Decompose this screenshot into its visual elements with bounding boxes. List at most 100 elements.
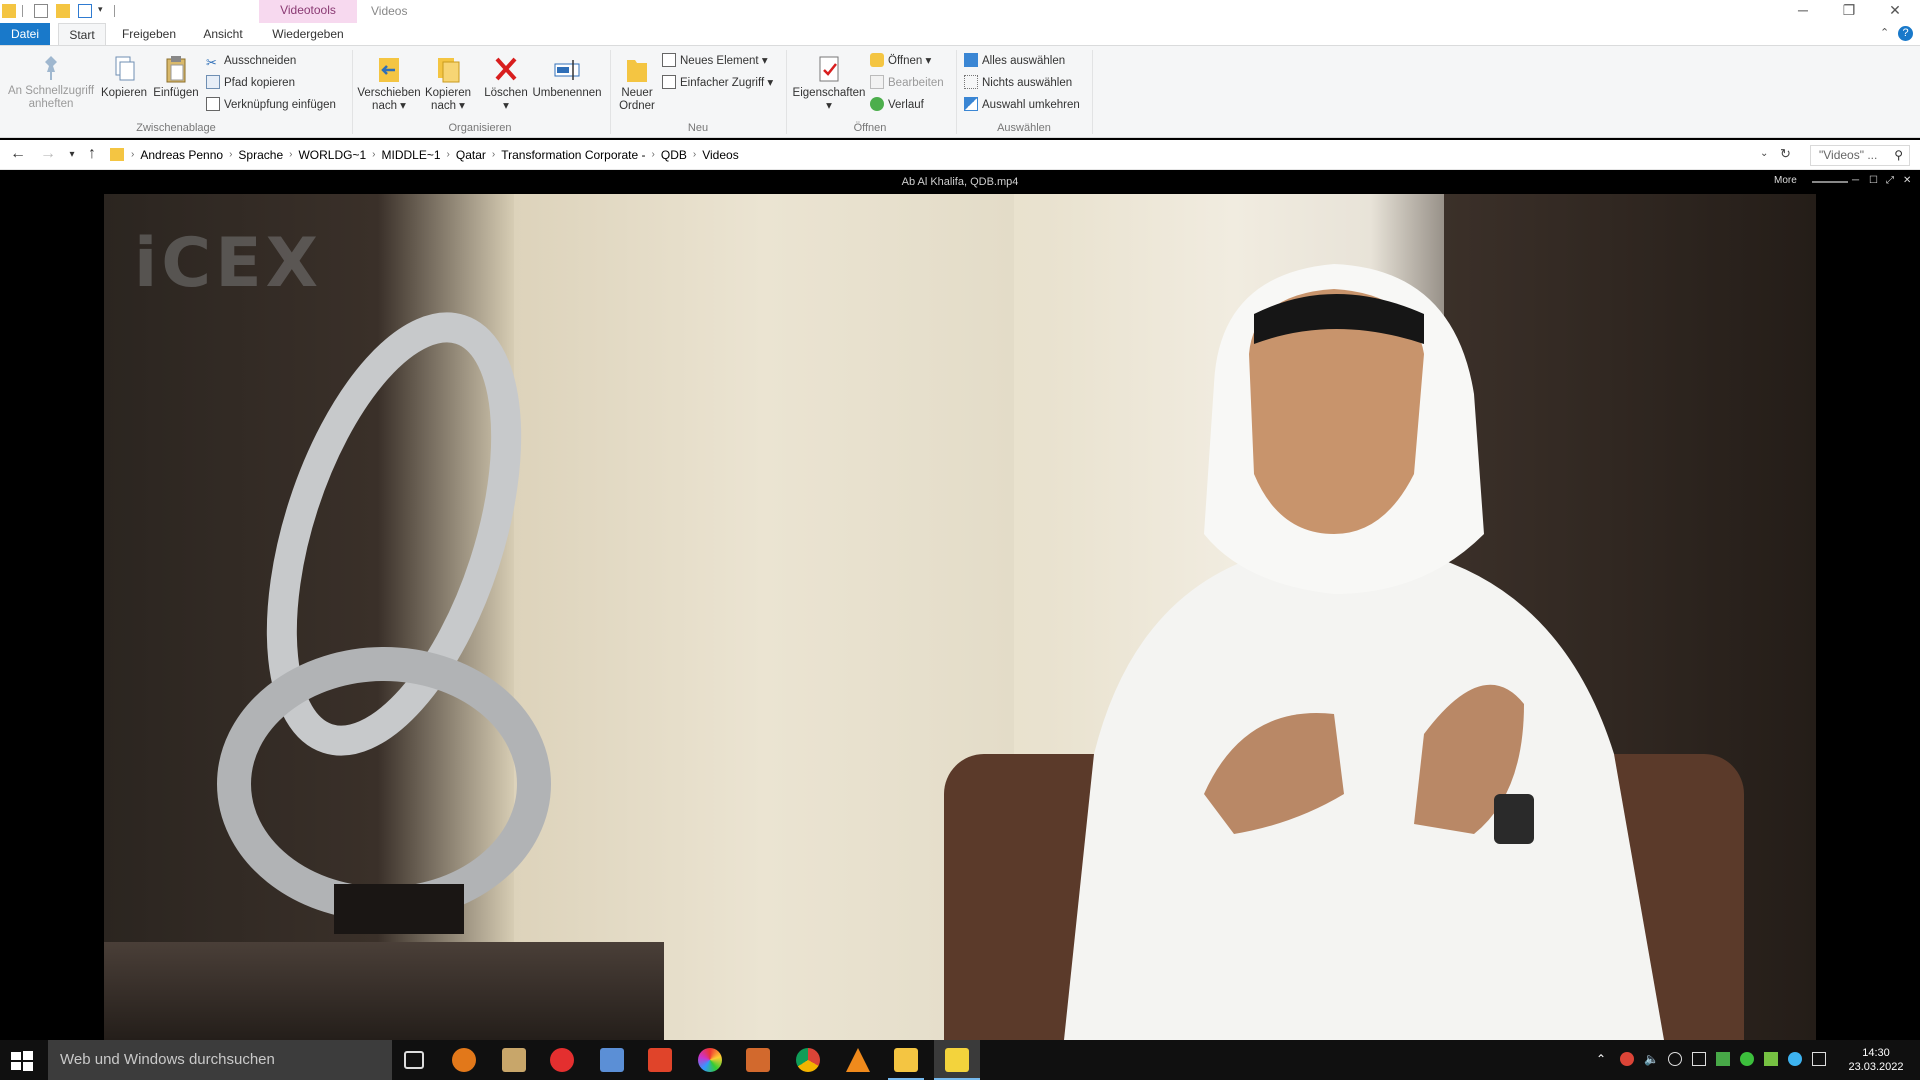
history-icon xyxy=(870,97,884,111)
player-minimize-button[interactable]: ─ xyxy=(1852,175,1859,186)
tab-start[interactable]: Start xyxy=(58,23,106,45)
group-separator xyxy=(1092,50,1093,134)
system-clock[interactable]: 14:30 23.03.2022 xyxy=(1838,1046,1914,1074)
close-button[interactable]: ✕ xyxy=(1872,0,1918,23)
tab-ansicht[interactable]: Ansicht xyxy=(192,23,254,45)
more-button[interactable]: More xyxy=(1774,175,1797,186)
tray-icon-c[interactable] xyxy=(1740,1052,1754,1066)
properties-button[interactable]: Eigenschaften ▾ xyxy=(790,54,868,113)
network-icon[interactable] xyxy=(1692,1052,1706,1066)
new-folder-quick-icon[interactable] xyxy=(56,4,70,18)
rename-button[interactable]: Umbenennen xyxy=(530,54,604,100)
breadcrumb-item[interactable]: Videos xyxy=(702,145,738,165)
breadcrumb-item[interactable]: Andreas Penno xyxy=(140,145,223,165)
watermark-logo: iCEX xyxy=(134,224,323,303)
tab-wiedergeben[interactable]: Wiedergeben xyxy=(262,23,354,45)
media-player-icon xyxy=(945,1048,969,1072)
address-dropdown-icon[interactable]: ⌄ xyxy=(1760,148,1768,159)
volume-icon[interactable]: 🔈 xyxy=(1644,1052,1659,1066)
pin-quick-access-button[interactable]: An Schnellzugriff anheften xyxy=(6,54,96,111)
customize-quick-access-icon[interactable]: ▾ xyxy=(98,4,103,15)
breadcrumb[interactable]: › Andreas Penno › Sprache › WORLDG~1 › M… xyxy=(130,144,1780,166)
copy-path-button[interactable]: Pfad kopieren xyxy=(206,74,295,92)
new-folder-button[interactable]: Neuer Ordner xyxy=(612,54,662,113)
forward-button[interactable]: → xyxy=(38,145,58,163)
select-none-button[interactable]: Nichts auswählen xyxy=(964,74,1072,92)
edit-button[interactable]: Bearbeiten xyxy=(870,74,944,92)
move-to-button[interactable]: Verschieben nach ▾ xyxy=(356,54,422,113)
opera-icon[interactable] xyxy=(550,1048,574,1072)
copy-to-button[interactable]: Kopieren nach ▾ xyxy=(422,54,474,113)
cut-button[interactable]: ✂ Ausschneiden xyxy=(206,52,296,70)
search-input[interactable]: "Videos" ... ⚲ xyxy=(1810,145,1910,166)
move-to-label: Verschieben nach xyxy=(357,87,421,112)
chrome-tray-icon[interactable] xyxy=(1620,1052,1634,1066)
restore-button[interactable]: ❐ xyxy=(1826,0,1872,23)
player-maximize-button[interactable]: ☐ xyxy=(1869,175,1878,186)
breadcrumb-item[interactable]: QDB xyxy=(661,145,687,165)
chrome-icon[interactable] xyxy=(796,1048,820,1072)
paste-button[interactable]: Einfügen xyxy=(150,54,202,100)
tray-icon-d[interactable] xyxy=(1764,1052,1778,1066)
delete-button[interactable]: Löschen ▾ xyxy=(480,54,532,113)
new-item-button[interactable]: Neues Element ▾ xyxy=(662,52,768,70)
group-label-new: Neu xyxy=(687,122,709,134)
rename-quick-icon[interactable] xyxy=(78,4,92,18)
clock-time: 14:30 xyxy=(1862,1047,1890,1059)
select-all-button[interactable]: Alles auswählen xyxy=(964,52,1065,70)
help-icon[interactable]: ? xyxy=(1898,26,1913,41)
action-center-icon[interactable] xyxy=(1812,1052,1826,1066)
easy-access-label: Einfacher Zugriff xyxy=(680,77,765,89)
tab-freigeben[interactable]: Freigeben xyxy=(116,23,182,45)
up-button[interactable]: ↑ xyxy=(82,145,102,163)
app-icon-b[interactable] xyxy=(502,1048,526,1072)
windows-start-icon[interactable] xyxy=(10,1050,34,1072)
app-icon-c[interactable] xyxy=(600,1048,624,1072)
volume-slider[interactable] xyxy=(1812,181,1848,183)
fullscreen-icon[interactable]: ⤢ xyxy=(1886,175,1894,186)
tray-icon-b[interactable] xyxy=(1716,1052,1730,1066)
app-icon-e[interactable] xyxy=(746,1048,770,1072)
file-explorer-icon[interactable] xyxy=(894,1048,918,1072)
recent-locations-button[interactable]: ▾ xyxy=(62,149,82,160)
copy-icon xyxy=(110,54,138,84)
copy-path-icon xyxy=(206,75,220,89)
paste-shortcut-button[interactable]: Verknüpfung einfügen xyxy=(206,96,336,114)
breadcrumb-item[interactable]: Sprache xyxy=(238,145,283,165)
side-table xyxy=(104,942,664,1040)
breadcrumb-item[interactable]: WORLDG~1 xyxy=(298,145,366,165)
active-taskbar-item[interactable] xyxy=(934,1040,980,1080)
collapse-ribbon-icon[interactable]: ⌃ xyxy=(1880,26,1889,39)
group-label-select: Auswählen xyxy=(997,122,1051,134)
player-close-button[interactable]: ✕ xyxy=(1903,175,1911,186)
taskbar-search-input[interactable]: Web und Windows durchsuchen xyxy=(48,1040,392,1080)
breadcrumb-item[interactable]: Transformation Corporate - xyxy=(501,145,645,165)
new-folder-label: Neuer Ordner xyxy=(619,87,655,112)
breadcrumb-item[interactable]: MIDDLE~1 xyxy=(382,145,441,165)
open-button[interactable]: Öffnen ▾ xyxy=(870,52,931,70)
refresh-icon[interactable]: ↻ xyxy=(1780,146,1791,162)
breadcrumb-item[interactable]: Qatar xyxy=(456,145,486,165)
tray-icon-e[interactable] xyxy=(1788,1052,1802,1066)
new-item-label: Neues Element xyxy=(680,55,759,67)
app-icon-a[interactable] xyxy=(452,1048,476,1072)
title-bar: ▾ Videotools Videos ─ ❐ ✕ xyxy=(0,0,1920,23)
task-view-icon[interactable] xyxy=(404,1051,424,1069)
tray-icon-a[interactable] xyxy=(1668,1052,1682,1066)
tab-datei[interactable]: Datei xyxy=(0,23,50,45)
picasa-icon[interactable] xyxy=(698,1048,722,1072)
history-button[interactable]: Verlauf xyxy=(870,96,924,114)
video-frame[interactable]: iCEX xyxy=(104,194,1816,1040)
show-hidden-icons[interactable]: ⌃ xyxy=(1596,1052,1610,1066)
copy-button[interactable]: Kopieren xyxy=(98,54,150,100)
invert-selection-button[interactable]: Auswahl umkehren xyxy=(964,96,1080,114)
delete-icon xyxy=(492,54,520,84)
easy-access-button[interactable]: Einfacher Zugriff ▾ xyxy=(662,74,773,92)
folder-icon xyxy=(2,4,16,18)
vlc-icon[interactable] xyxy=(846,1048,870,1072)
properties-quick-icon[interactable] xyxy=(34,4,48,18)
app-icon-d[interactable] xyxy=(648,1048,672,1072)
cut-label: Ausschneiden xyxy=(224,55,297,67)
minimize-button[interactable]: ─ xyxy=(1780,0,1826,23)
back-button[interactable]: ← xyxy=(8,145,28,163)
